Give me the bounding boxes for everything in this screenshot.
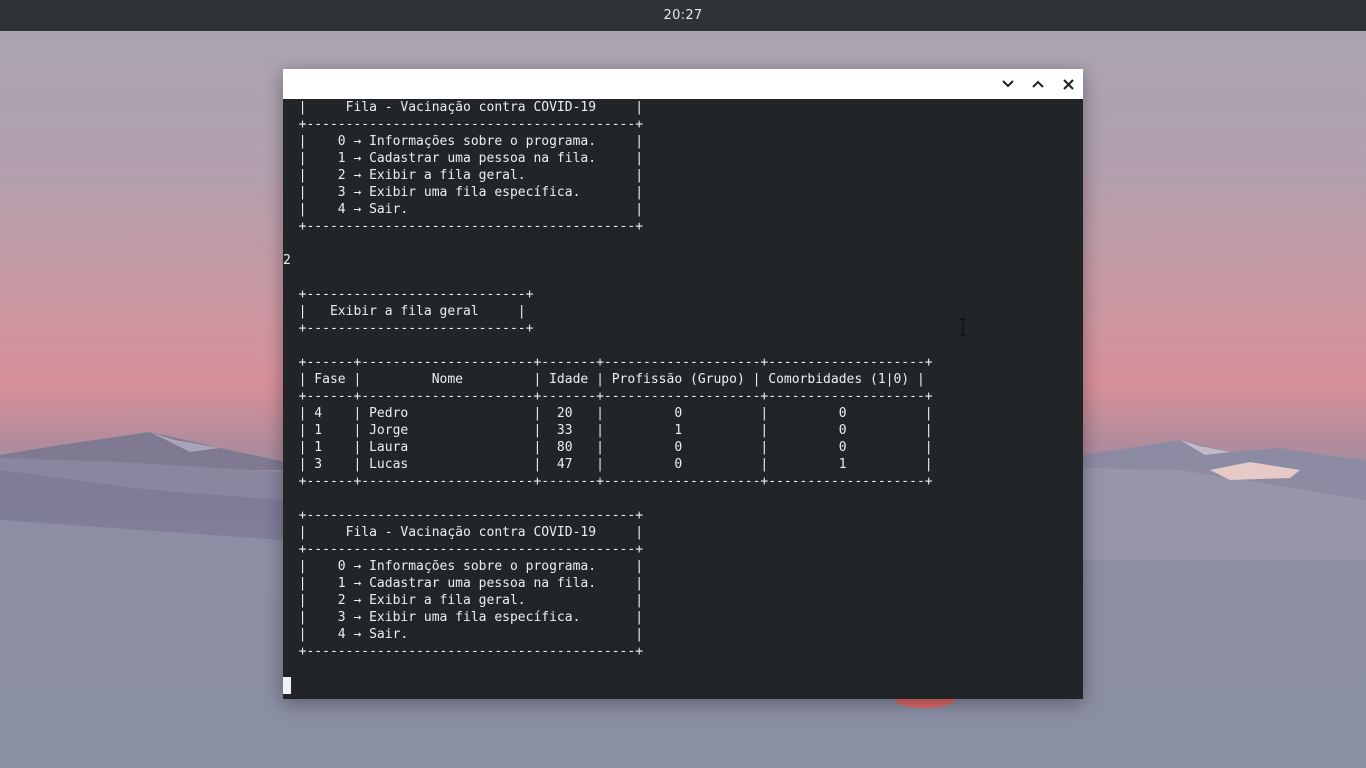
terminal-line: +---------------------------------------… [283,508,644,523]
terminal-line: | Fila - Vacinação contra COVID-19 | [283,525,644,540]
terminal-line: +---------------------------------------… [283,117,644,132]
terminal-line: | 4 | Pedro | 20 | 0 | 0 | [283,406,933,421]
terminal-line: | 3 | Lucas | 47 | 0 | 1 | [283,457,933,472]
terminal-line: | 1 | Laura | 80 | 0 | 0 | [283,440,933,455]
terminal-line: | 2 → Exibir a fila geral. | [283,593,644,608]
terminal-text: | Fila - Vacinação contra COVID-19 | +--… [283,99,933,660]
terminal-line: | 0 → Informações sobre o programa. | [283,134,644,149]
terminal-line: | Fila - Vacinação contra COVID-19 | [283,100,644,115]
maximize-button[interactable] [1030,76,1046,92]
mouse-ibeam-cursor-icon [960,318,966,336]
terminal-line: +------+----------------------+-------+-… [283,474,933,489]
terminal-line: | 1 | Jorge | 33 | 1 | 0 | [283,423,933,438]
clock[interactable]: 20:27 [0,8,1366,23]
top-panel: 20:27 [0,0,1366,31]
chevron-up-icon [1032,80,1044,88]
terminal-window: | Fila - Vacinação contra COVID-19 | +--… [283,69,1083,699]
terminal-output[interactable]: | Fila - Vacinação contra COVID-19 | +--… [283,99,1083,699]
minimize-button[interactable] [1000,76,1016,92]
terminal-line: | 3 → Exibir uma fila específica. | [283,185,644,200]
window-titlebar[interactable] [283,69,1083,99]
terminal-line: +---------------------------------------… [283,219,644,234]
terminal-line: | 1 → Cadastrar uma pessoa na fila. | [283,151,644,166]
close-button[interactable] [1060,76,1076,92]
terminal-line: | Fase | Nome | Idade | Profissão (Grupo… [283,372,925,387]
terminal-line: +------+----------------------+-------+-… [283,355,933,370]
text-cursor [283,677,291,694]
terminal-line: +----------------------------+ [283,287,534,302]
terminal-line: +---------------------------------------… [283,542,644,557]
terminal-line: | 2 → Exibir a fila geral. | [283,168,644,183]
terminal-line: | 4 → Sair. | [283,627,644,642]
terminal-line: | Exibir a fila geral | [283,304,526,319]
terminal-line: | 1 → Cadastrar uma pessoa na fila. | [283,576,644,591]
terminal-line: +------+----------------------+-------+-… [283,389,933,404]
terminal-line: | 3 → Exibir uma fila específica. | [283,610,644,625]
terminal-line: +---------------------------------------… [283,644,644,659]
chevron-down-icon [1002,80,1014,88]
terminal-line: | 0 → Informações sobre o programa. | [283,559,644,574]
close-icon [1062,78,1074,90]
terminal-line: 2 [283,253,291,268]
terminal-line: +----------------------------+ [283,321,534,336]
terminal-line: | 4 → Sair. | [283,202,644,217]
